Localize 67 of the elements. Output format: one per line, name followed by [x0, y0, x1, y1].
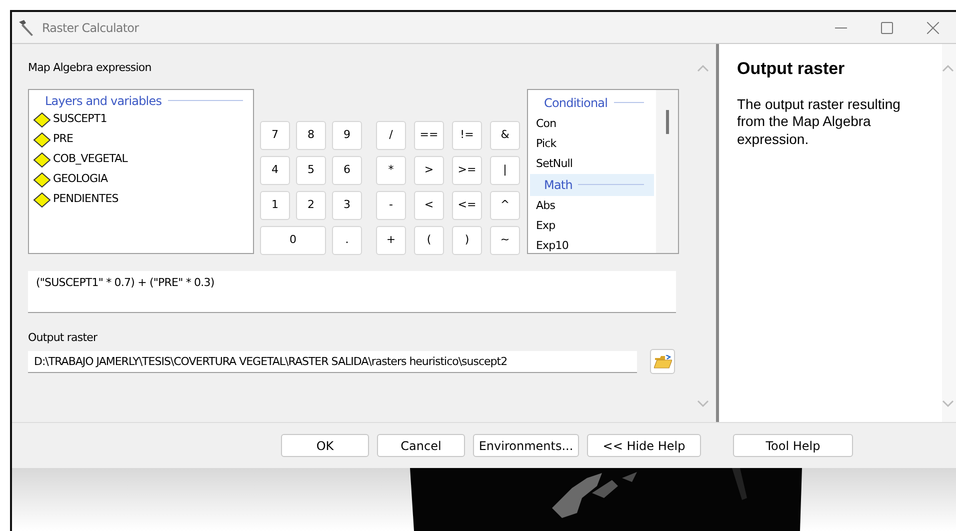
close-icon: [927, 22, 939, 34]
diamond-icon: [33, 112, 51, 128]
key-button[interactable]: (: [414, 226, 444, 254]
maximize-icon: [881, 22, 893, 34]
key-button[interactable]: |: [490, 156, 520, 184]
key-button[interactable]: >=: [452, 156, 482, 184]
scroll-up-icon[interactable]: [697, 64, 709, 72]
function-item[interactable]: Exp10: [530, 236, 654, 252]
key-button[interactable]: 1: [260, 190, 290, 220]
window-title: Raster Calculator: [42, 20, 139, 36]
function-item[interactable]: Pick: [530, 134, 654, 154]
layer-item[interactable]: COB_VEGETAL: [53, 151, 128, 168]
key-button[interactable]: 7: [260, 120, 290, 150]
function-item[interactable]: Abs: [530, 196, 654, 216]
folder-icon[interactable]: [650, 349, 675, 374]
layer-item[interactable]: PRE: [53, 131, 74, 148]
list-heading[interactable]: Conditional: [544, 94, 608, 112]
function-item[interactable]: SetNull: [530, 154, 654, 174]
key-button[interactable]: /: [376, 120, 406, 150]
dialog-button[interactable]: Environments...: [473, 434, 579, 457]
key-button[interactable]: <=: [452, 190, 482, 220]
list-item-highlight[interactable]: Math: [530, 174, 654, 196]
function-item[interactable]: Exp: [530, 216, 654, 236]
key-button[interactable]: 9: [332, 120, 362, 150]
key-button[interactable]: <: [414, 190, 444, 220]
key-button[interactable]: !=: [452, 120, 482, 150]
key-button[interactable]: 4: [260, 156, 290, 184]
diamond-icon: [33, 192, 51, 208]
dialog-button[interactable]: Cancel: [377, 434, 465, 457]
dialog-button[interactable]: << Hide Help: [587, 434, 701, 457]
key-button[interactable]: 2: [296, 190, 326, 220]
key-button[interactable]: *: [376, 156, 406, 184]
key-button[interactable]: 3: [332, 190, 362, 220]
diamond-icon: [33, 172, 51, 188]
key-button[interactable]: 0: [260, 226, 326, 254]
scroll-down-icon[interactable]: [942, 400, 954, 408]
layer-item[interactable]: SUSCEPT1: [53, 111, 107, 128]
key-button[interactable]: ^: [490, 190, 520, 220]
expression-field[interactable]: ("SUSCEPT1" * 0.7) + ("PRE" * 0.3): [28, 270, 676, 312]
layer-item[interactable]: PENDIENTES: [53, 191, 118, 208]
section-label: Map Algebra expression: [28, 60, 152, 76]
minimize-icon: [835, 26, 847, 28]
key-button[interactable]: 5: [296, 156, 326, 184]
function-item[interactable]: Con: [530, 114, 654, 134]
scroll-down-icon[interactable]: [697, 400, 709, 408]
key-button[interactable]: &: [490, 120, 520, 150]
key-button[interactable]: ): [452, 226, 482, 254]
key-button[interactable]: ~: [490, 226, 520, 254]
output-path-field[interactable]: D:\TRABAJO JAMERLY\TESIS\COVERTURA VEGETAL\RASTER SALIDA\rasters heuristico\suscept2: [28, 350, 637, 372]
field-label: Output raster: [28, 330, 98, 346]
key-button[interactable]: 8: [296, 120, 326, 150]
key-button[interactable]: -: [376, 190, 406, 220]
scroll-up-icon[interactable]: [942, 64, 954, 72]
diamond-icon: [33, 152, 51, 168]
list-heading: Layers and variables: [45, 92, 162, 110]
layer-item[interactable]: GEOLOGIA: [53, 171, 108, 188]
key-button[interactable]: >: [414, 156, 444, 184]
dialog-button[interactable]: OK: [281, 434, 369, 457]
key-button[interactable]: 6: [332, 156, 362, 184]
tool-help-button[interactable]: Tool Help: [733, 434, 853, 457]
key-button[interactable]: ==: [414, 120, 444, 150]
help-text: The output raster resulting from the Map Algebra expression.: [737, 96, 902, 150]
key-button[interactable]: .: [332, 226, 362, 254]
key-button[interactable]: +: [376, 226, 406, 254]
diamond-icon: [33, 132, 51, 148]
scrollbar-thumb[interactable]: [666, 110, 668, 134]
help-title: Output raster: [737, 58, 846, 80]
